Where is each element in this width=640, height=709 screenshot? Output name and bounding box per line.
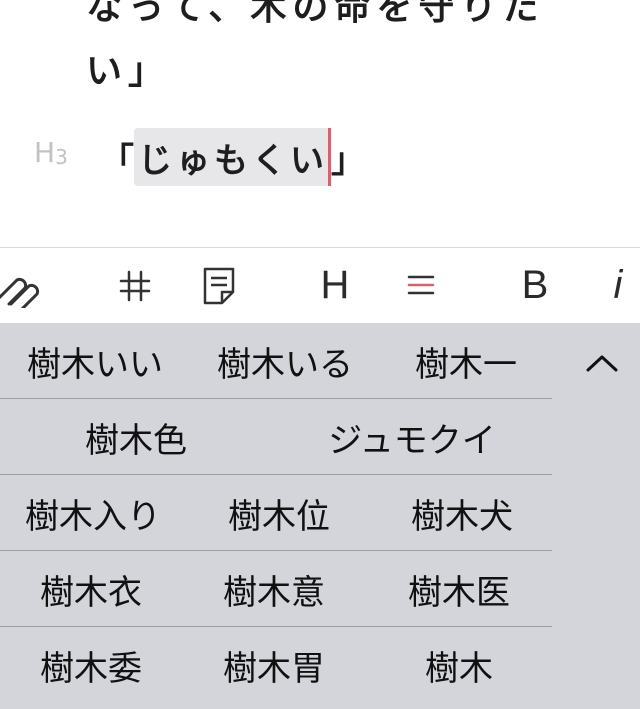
candidate-item[interactable]: 樹木衣 bbox=[0, 551, 182, 627]
chevron-up-icon bbox=[585, 353, 619, 377]
candidate-item[interactable]: 樹木医 bbox=[366, 551, 552, 627]
heading-marker-level: 3 bbox=[55, 145, 68, 169]
candidate-row: 樹木入り 樹木位 樹木犬 bbox=[0, 475, 552, 551]
candidate-item[interactable]: 樹木入り bbox=[0, 475, 186, 551]
candidate-item[interactable]: ジュモクイ bbox=[272, 399, 552, 475]
link-button[interactable] bbox=[0, 248, 50, 323]
candidate-row: 樹木いい 樹木いる 樹木一 bbox=[0, 323, 552, 399]
candidate-row: 樹木色 ジュモクイ bbox=[0, 399, 552, 475]
list-icon bbox=[406, 273, 436, 299]
open-bracket: 「 bbox=[100, 140, 134, 181]
candidate-item[interactable]: 樹木胃 bbox=[182, 627, 366, 703]
editor-area[interactable]: なって、木の命を守りた い」 H3 「 じゅもくい 」 bbox=[0, 0, 640, 248]
heading-marker-letter: H bbox=[34, 136, 56, 169]
strikethrough-button[interactable] bbox=[112, 248, 158, 323]
strikethrough-icon bbox=[117, 268, 153, 304]
note-button[interactable] bbox=[196, 248, 242, 323]
link-icon bbox=[0, 264, 47, 308]
candidate-item[interactable]: 樹木色 bbox=[0, 399, 272, 475]
collapse-candidates-button[interactable] bbox=[572, 335, 632, 395]
candidate-row: 樹木委 樹木胃 樹木 bbox=[0, 627, 552, 703]
heading-level-marker: H3 bbox=[34, 136, 68, 169]
note-icon bbox=[202, 266, 236, 306]
format-toolbar: H B i bbox=[0, 248, 640, 323]
candidate-item[interactable]: 樹木委 bbox=[0, 627, 182, 703]
heading-button[interactable]: H bbox=[312, 248, 358, 323]
candidate-grid: 樹木いい 樹木いる 樹木一 樹木色 ジュモクイ 樹木入り 樹木位 樹木犬 樹木衣… bbox=[0, 323, 552, 703]
candidate-item[interactable]: 樹木犬 bbox=[372, 475, 552, 551]
candidate-item[interactable]: 樹木 bbox=[366, 627, 552, 703]
heading-line[interactable]: 「 じゅもくい 」 bbox=[100, 128, 365, 186]
close-bracket: 」 bbox=[331, 140, 365, 181]
list-button[interactable] bbox=[398, 248, 444, 323]
candidate-item[interactable]: 樹木いる bbox=[190, 323, 380, 399]
composing-text[interactable]: じゅもくい bbox=[134, 128, 330, 186]
paragraph-line: なって、木の命を守りた bbox=[86, 0, 545, 28]
italic-button[interactable]: i bbox=[598, 248, 638, 323]
paragraph-line: い」 bbox=[86, 51, 171, 92]
candidate-item[interactable]: 樹木一 bbox=[380, 323, 552, 399]
candidate-row: 樹木衣 樹木意 樹木医 bbox=[0, 551, 552, 627]
candidate-item[interactable]: 樹木位 bbox=[186, 475, 372, 551]
bold-button[interactable]: B bbox=[512, 248, 558, 323]
ime-candidate-panel: 樹木いい 樹木いる 樹木一 樹木色 ジュモクイ 樹木入り 樹木位 樹木犬 樹木衣… bbox=[0, 323, 640, 709]
candidate-item[interactable]: 樹木意 bbox=[182, 551, 366, 627]
candidate-item[interactable]: 樹木いい bbox=[0, 323, 190, 399]
